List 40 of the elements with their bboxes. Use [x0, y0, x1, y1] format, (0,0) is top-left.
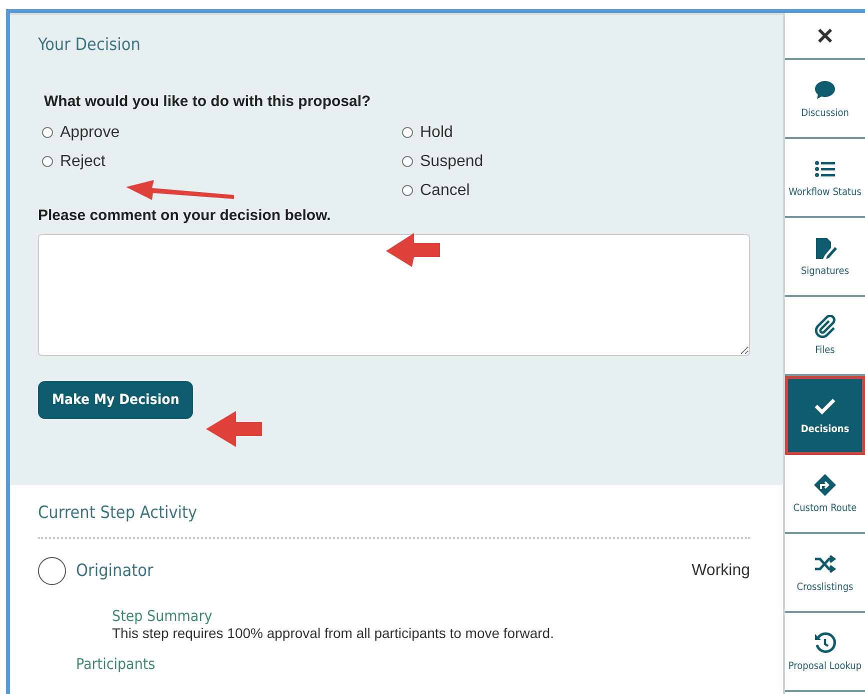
- paperclip-icon: [813, 314, 837, 339]
- radio-option[interactable]: Hold: [402, 118, 602, 147]
- route-sign-icon: [813, 472, 837, 497]
- document-pen-icon: [813, 236, 837, 260]
- radio-button[interactable]: [402, 156, 413, 167]
- summary-text: This step requires 100% approval from all participants to move forward.: [112, 625, 555, 641]
- section-title: Your Decision: [38, 35, 142, 55]
- decision-button[interactable]: Make My Decision: [38, 381, 194, 419]
- question-label: What would you like to do with this proposal?: [44, 93, 372, 110]
- radio-button[interactable]: [402, 185, 413, 196]
- sidebar-label: Discussion: [801, 108, 849, 120]
- comment-field[interactable]: [38, 234, 750, 356]
- option-label: Suspend: [420, 152, 484, 170]
- step-name: Originator: [76, 561, 154, 581]
- radio-option[interactable]: Suspend: [402, 147, 602, 176]
- step-status-circle: [38, 557, 66, 585]
- summary-title: Step Summary: [112, 607, 214, 625]
- radio-button[interactable]: [42, 127, 53, 138]
- radio-option[interactable]: Approve: [42, 118, 402, 147]
- sidebar-item[interactable]: Decisions: [785, 376, 865, 455]
- option-label: Hold: [420, 124, 453, 142]
- sidebar-label: Custom Route: [793, 504, 857, 514]
- step-status: Working: [692, 562, 750, 580]
- option-label: Reject: [60, 152, 106, 170]
- section-title: Current Step Activity: [38, 503, 198, 523]
- sidebar-label: Signatures: [800, 266, 850, 278]
- sidebar-label: Workflow Status: [788, 188, 862, 198]
- radio-button[interactable]: [42, 156, 53, 167]
- sidebar-label: Proposal Lookup: [788, 662, 862, 672]
- radio-option[interactable]: Reject: [42, 147, 402, 176]
- sidebar-label: Crosslistings: [796, 582, 854, 594]
- radio-option[interactable]: Cancel: [402, 176, 602, 205]
- sidebar-label: Decisions: [800, 424, 850, 436]
- history-icon: [813, 630, 837, 655]
- option-label: Approve: [60, 124, 120, 142]
- sidebar-label: Files: [815, 346, 835, 356]
- option-label: Cancel: [420, 182, 470, 200]
- participants-title: Participants: [76, 655, 156, 673]
- radio-button[interactable]: [402, 127, 413, 138]
- comment-label: Please comment on your decision below.: [38, 207, 332, 224]
